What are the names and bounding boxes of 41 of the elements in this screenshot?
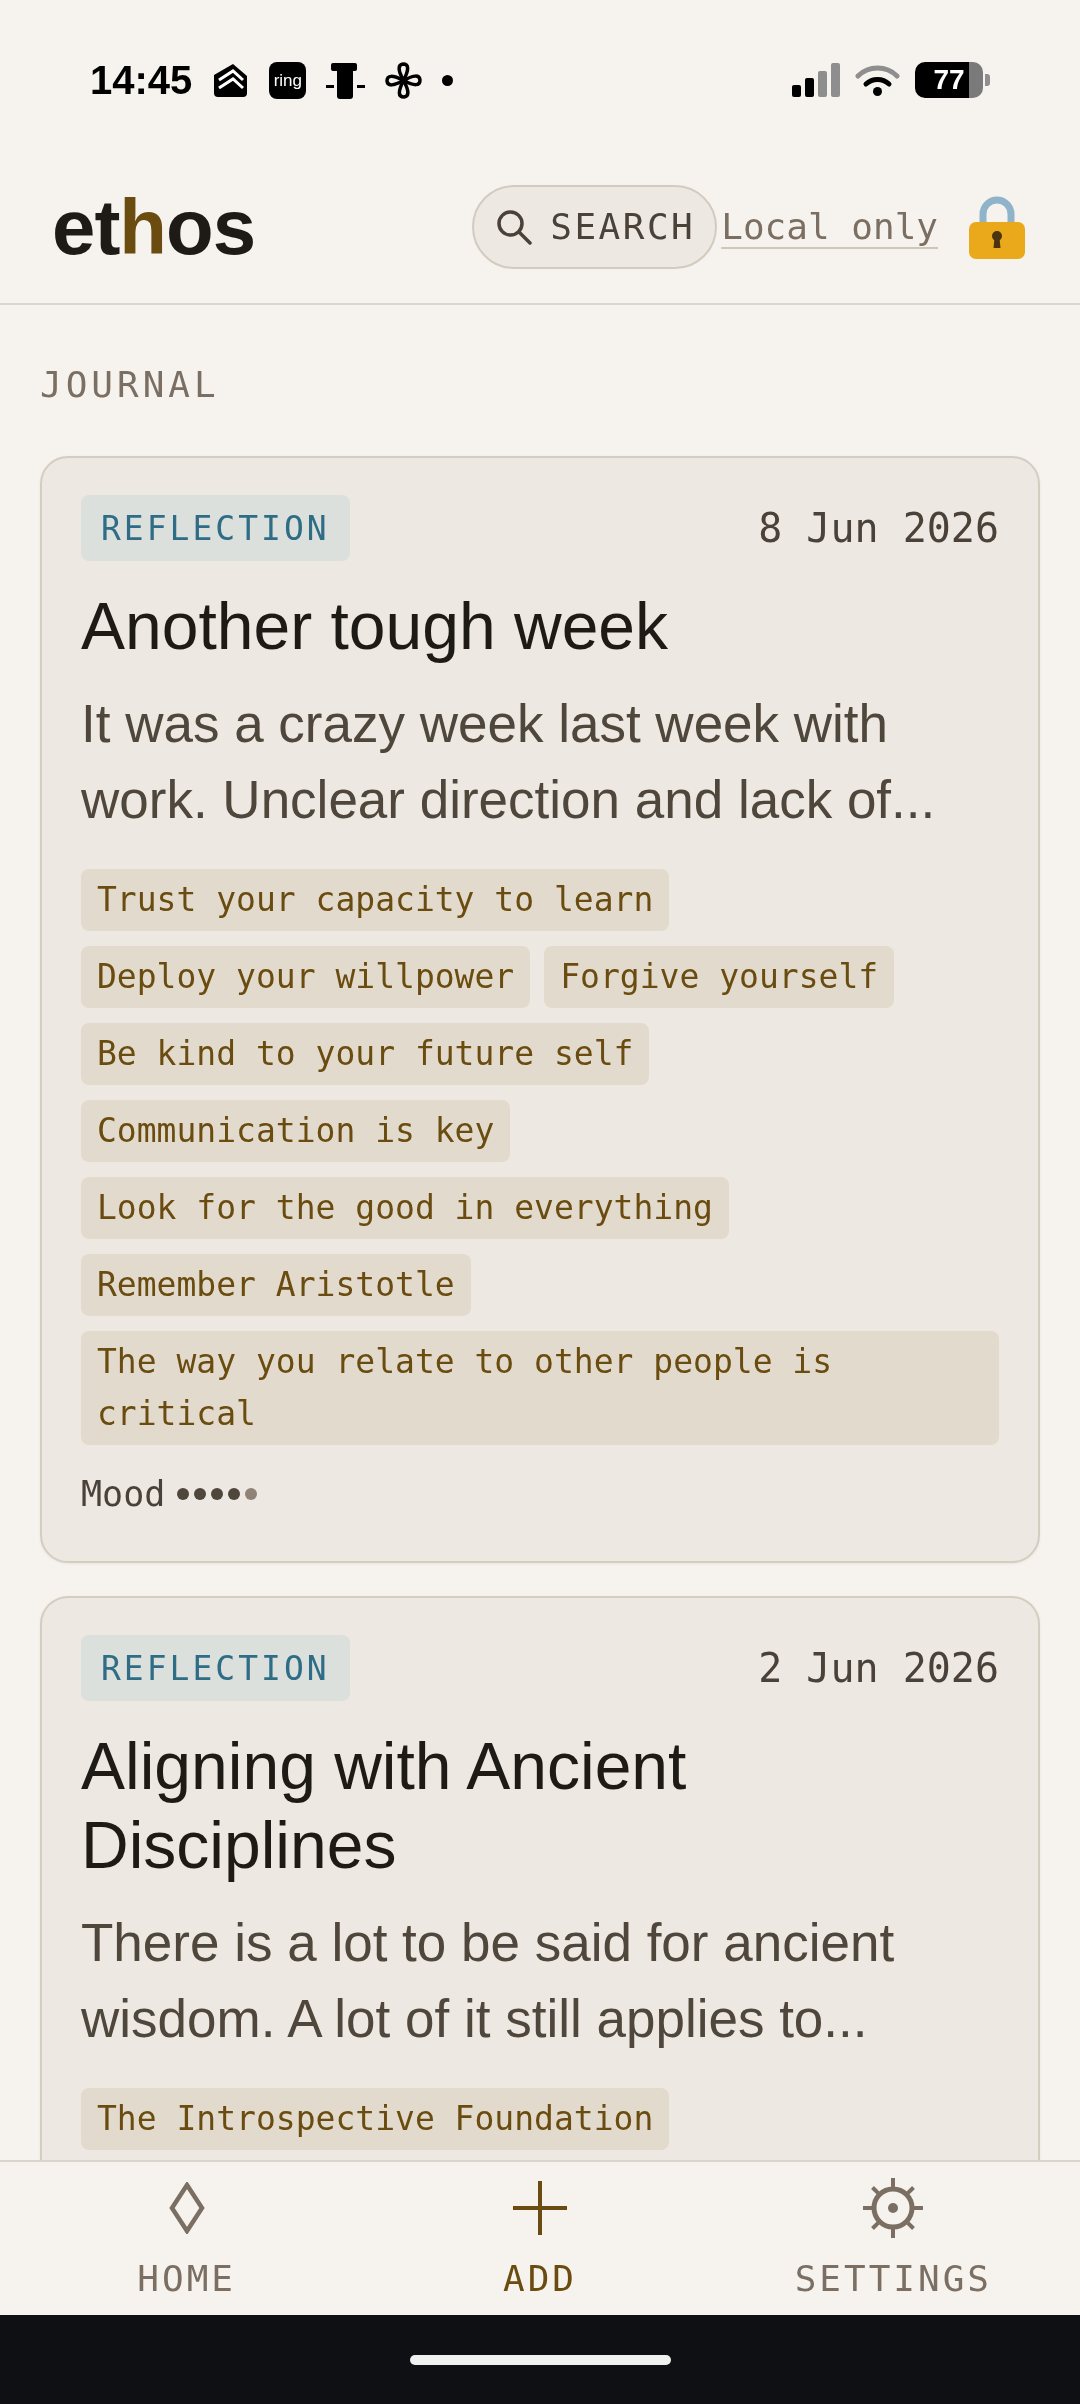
- entry-card[interactable]: [40, 456, 1040, 1563]
- dot-icon: [442, 74, 454, 86]
- principle-tag: Look for the good in everything: [81, 1177, 729, 1239]
- category-tag: REFLECTION: [81, 1635, 350, 1701]
- entry-title: Aligning with Ancient Disciplines: [81, 1728, 688, 1884]
- chevrons-icon: [212, 61, 250, 99]
- entry-date: 2 Jun 2026: [758, 1648, 999, 1688]
- storage-mode-link[interactable]: Local only: [721, 204, 938, 249]
- status-time: 14:45: [90, 60, 193, 100]
- search-button[interactable]: SEARCH: [472, 184, 718, 269]
- search-icon: [496, 208, 533, 245]
- category-tag: REFLECTION: [81, 495, 350, 561]
- principle-tag: The Introspective Foundation: [81, 2088, 670, 2150]
- entry-card[interactable]: REFLECTION 2 Jun 2026 Aligning with Ancient Disciplines There is a lot to be said for ancient wisdom. A lot of it still applies to... The Introspective Foundation: [40, 1596, 1040, 2160]
- mood-label: Mood: [81, 1474, 166, 1514]
- entry-date: 8 Jun 2026: [758, 508, 999, 548]
- signal-icon: [792, 63, 840, 97]
- entry-excerpt: There is a lot to be said for ancient wisdom. A lot of it still applies to...: [81, 1912, 896, 2050]
- section-heading: JOURNAL: [40, 365, 220, 405]
- app-logo: ethos: [52, 187, 256, 266]
- principle-tag: Communication is key: [81, 1100, 511, 1162]
- entry-title: Another tough week: [81, 588, 670, 665]
- phone-stand-icon: [326, 60, 366, 100]
- lock-icon: [968, 194, 1026, 259]
- principle-tag: Trust your capacity to learn: [81, 869, 670, 931]
- principle-tag: Be kind to your future self: [81, 1023, 650, 1085]
- nav-tab[interactable]: SETTINGS: [716, 2162, 1070, 2315]
- nav-tab[interactable]: ADD: [363, 2162, 717, 2315]
- principle-tag: The way you relate to other people is critical: [81, 1331, 999, 1445]
- entry-excerpt: It was a crazy week last week with work. Unclear direction and lack of...: [81, 693, 937, 831]
- settings-icon: [862, 2177, 925, 2239]
- app-badge: ring: [269, 61, 307, 99]
- nav-tab[interactable]: HOME: [10, 2162, 364, 2315]
- four-petal-icon: [385, 61, 423, 99]
- wifi-icon: [855, 64, 900, 96]
- principle-tag: Deploy your willpower: [81, 946, 531, 1008]
- principle-tag: Remember Aristotle: [81, 1254, 471, 1316]
- principle-tag: Forgive yourself: [544, 946, 895, 1008]
- plus-icon: [513, 2181, 567, 2235]
- diamond-icon: [168, 2182, 205, 2234]
- battery-indicator: 77: [915, 62, 990, 98]
